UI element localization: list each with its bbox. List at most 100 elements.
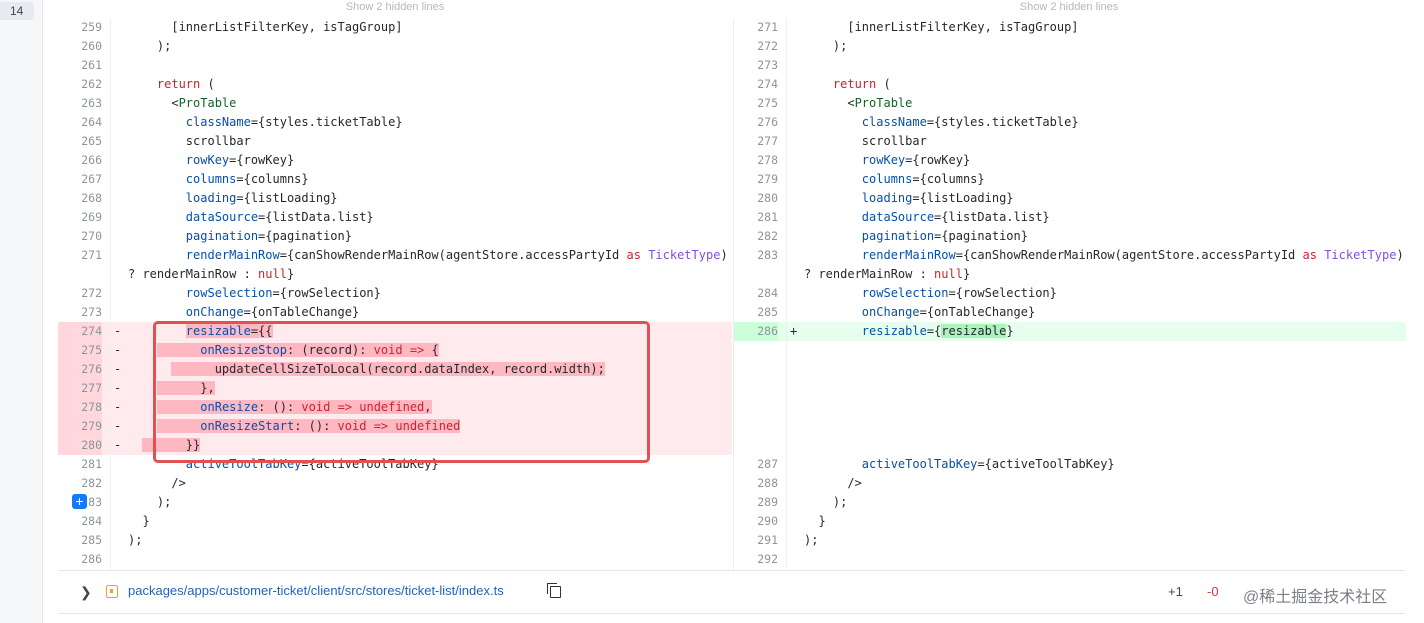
empty-line xyxy=(734,379,1406,398)
empty-line xyxy=(734,360,1406,379)
code-text: <ProTable xyxy=(128,96,237,110)
chevron-right-icon[interactable]: ❯ xyxy=(80,584,92,601)
file-counter-badge: 14 xyxy=(0,2,34,20)
line-number-column xyxy=(58,18,111,570)
show-hidden-lines-right[interactable]: Show 2 hidden lines xyxy=(733,0,1405,18)
context-line: 261 xyxy=(58,56,732,75)
code-text: ); xyxy=(128,495,172,509)
context-line: 266 rowKey={rowKey} xyxy=(58,151,732,170)
context-line: 281 dataSource={listData.list} xyxy=(734,208,1406,227)
context-line: 284 } xyxy=(58,512,732,531)
empty-line xyxy=(734,341,1406,360)
context-line: 263 <ProTable xyxy=(58,94,732,113)
code-text: ); xyxy=(804,495,848,509)
context-line: 264 className={styles.ticketTable} xyxy=(58,113,732,132)
context-line: 282 /> xyxy=(58,474,732,493)
empty-line xyxy=(734,398,1406,417)
diff-sign: - xyxy=(114,400,122,414)
code-text: scrollbar xyxy=(128,134,251,148)
context-line: ? renderMainRow : null} xyxy=(58,265,732,284)
line-number-column xyxy=(734,18,787,570)
additions-count: +1 xyxy=(1168,584,1183,599)
diff-sign: - xyxy=(114,324,122,338)
context-line: 290 } xyxy=(734,512,1406,531)
diff-sign: - xyxy=(114,362,122,376)
code-text: rowKey={rowKey} xyxy=(861,153,971,167)
context-line: 288 /> xyxy=(734,474,1406,493)
context-line: 275 <ProTable xyxy=(734,94,1406,113)
code-text: onChange={onTableChange} xyxy=(185,305,360,319)
code-text: pagination={pagination} xyxy=(185,229,352,243)
context-line: 277 scrollbar xyxy=(734,132,1406,151)
code-text: scrollbar xyxy=(804,134,927,148)
context-line: 259 [innerListFilterKey, isTagGroup] xyxy=(58,18,732,37)
code-text: resizable={resizable} xyxy=(861,324,1014,338)
context-line: 272 ); xyxy=(734,37,1406,56)
context-line: 285); xyxy=(58,531,732,550)
code-text: ); xyxy=(804,533,819,547)
context-line: 283 renderMainRow={canShowRenderMainRow(… xyxy=(734,246,1406,265)
left-gutter: 14 xyxy=(0,0,43,623)
context-line: 292 xyxy=(734,550,1406,569)
copy-icon[interactable] xyxy=(547,583,561,598)
context-line: 260 ); xyxy=(58,37,732,56)
diff-sign: - xyxy=(114,419,122,433)
context-line: 271 [innerListFilterKey, isTagGroup] xyxy=(734,18,1406,37)
empty-line xyxy=(734,417,1406,436)
code-text: pagination={pagination} xyxy=(861,229,1028,243)
code-text: } xyxy=(128,514,150,528)
code-text: loading={listLoading} xyxy=(861,191,1014,205)
code-text: rowSelection={rowSelection} xyxy=(185,286,381,300)
code-text: ); xyxy=(128,533,143,547)
context-line: 276 className={styles.ticketTable} xyxy=(734,113,1406,132)
diff-sign: + xyxy=(790,324,798,338)
context-line: ? renderMainRow : null} xyxy=(734,265,1406,284)
code-text: ); xyxy=(804,39,848,53)
diff-sign: - xyxy=(114,381,122,395)
code-text: return ( xyxy=(832,77,891,91)
context-line: 271 renderMainRow={canShowRenderMainRow(… xyxy=(58,246,732,265)
diff-pane-new: 271 [innerListFilterKey, isTagGroup] 272 … xyxy=(733,18,1406,570)
context-line: 285 onChange={onTableChange} xyxy=(734,303,1406,322)
code-text: columns={columns} xyxy=(861,172,985,186)
context-line: 282 pagination={pagination} xyxy=(734,227,1406,246)
diff-sign: - xyxy=(114,438,122,452)
show-hidden-lines-left[interactable]: Show 2 hidden lines xyxy=(58,0,732,18)
added-line: 286 + resizable={resizable} xyxy=(734,322,1406,341)
context-line: 272 rowSelection={rowSelection} xyxy=(58,284,732,303)
code-text: className={styles.ticketTable} xyxy=(185,115,403,129)
context-line: 270 pagination={pagination} xyxy=(58,227,732,246)
context-line: 262 return ( xyxy=(58,75,732,94)
deletions-count: -0 xyxy=(1207,584,1219,599)
code-text: rowKey={rowKey} xyxy=(185,153,295,167)
code-text: ? renderMainRow : null} xyxy=(804,267,971,281)
next-file-header[interactable]: ❯ packages/apps/customer-ticket/client/s… xyxy=(58,570,1405,614)
context-line: 278 rowKey={rowKey} xyxy=(734,151,1406,170)
code-text: [innerListFilterKey, isTagGroup] xyxy=(128,20,403,34)
context-line: 286 xyxy=(58,550,732,569)
context-line: 265 scrollbar xyxy=(58,132,732,151)
code-text: dataSource={listData.list} xyxy=(861,210,1050,224)
code-text: onChange={onTableChange} xyxy=(861,305,1036,319)
context-line: 280 loading={listLoading} xyxy=(734,189,1406,208)
context-line: 291); xyxy=(734,531,1406,550)
code-text: renderMainRow={canShowRenderMainRow(agen… xyxy=(861,248,1404,262)
file-path-link[interactable]: packages/apps/customer-ticket/client/src… xyxy=(128,583,504,598)
annotation-highlight-box xyxy=(153,321,650,463)
expand-plus-icon[interactable]: + xyxy=(72,494,87,509)
empty-line xyxy=(734,436,1406,455)
context-line: 273 xyxy=(734,56,1406,75)
context-line: 284 rowSelection={rowSelection} xyxy=(734,284,1406,303)
diff-pane-old: 259 [innerListFilterKey, isTagGroup] 260 … xyxy=(58,18,732,570)
context-line: 273 onChange={onTableChange} xyxy=(58,303,732,322)
code-text: /> xyxy=(804,476,862,490)
code-text: ); xyxy=(128,39,172,53)
code-text: renderMainRow={canShowRenderMainRow(agen… xyxy=(185,248,728,262)
code-text: return ( xyxy=(156,77,215,91)
context-line: 267 columns={columns} xyxy=(58,170,732,189)
code-text: loading={listLoading} xyxy=(185,191,338,205)
context-line: 289 ); xyxy=(734,493,1406,512)
code-text: /> xyxy=(128,476,186,490)
context-line: 283 ); xyxy=(58,493,732,512)
code-text: [innerListFilterKey, isTagGroup] xyxy=(804,20,1079,34)
